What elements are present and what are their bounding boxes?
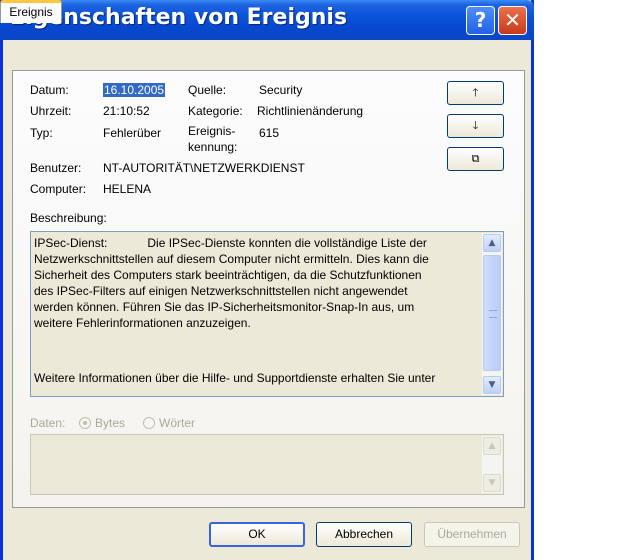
copy-icon: ⧉ xyxy=(471,152,480,165)
description-textbox[interactable]: IPSec-Dienst: Die IPSec-Dienste konnten … xyxy=(30,231,504,397)
close-button[interactable]: ✕ xyxy=(498,6,527,35)
description-label: Beschreibung: xyxy=(30,211,107,225)
chevron-down-icon: ▼ xyxy=(488,478,496,488)
data-label: Daten: xyxy=(30,416,66,430)
user-value[interactable]: NT-AUTORITÄT\NETZWERKDIENST xyxy=(103,161,305,175)
next-event-button[interactable]: 🡓 xyxy=(447,114,504,138)
type-value[interactable]: Fehlerüber xyxy=(103,126,161,140)
description-line: des IPSec-Filters auf einigen Netzwerksc… xyxy=(34,284,408,298)
category-value[interactable]: Richtlinienänderung xyxy=(257,104,363,118)
user-label: Benutzer: xyxy=(30,161,82,175)
tab-ereignis[interactable]: Ereignis xyxy=(0,0,62,23)
description-line: Sicherheit des Computers stark beeinträc… xyxy=(34,268,422,282)
title-bar[interactable]: Eigenschaften von Ereignis ? ✕ xyxy=(0,0,534,40)
scroll-thumb[interactable] xyxy=(483,255,501,371)
category-label: Kategorie: xyxy=(188,104,243,118)
time-label: Uhrzeit: xyxy=(30,104,72,118)
description-line: werden können. Führen Sie das IP-Sicherh… xyxy=(34,300,415,314)
time-value[interactable]: 21:10:52 xyxy=(103,104,150,118)
data-scroll-down-button[interactable]: ▼ xyxy=(483,474,501,492)
copy-button[interactable]: ⧉ xyxy=(447,147,504,171)
chevron-up-icon: ▲ xyxy=(488,238,496,248)
cancel-button[interactable]: Abbrechen xyxy=(316,522,412,547)
description-line: weitere Fehlerinformationen anzuzeigen. xyxy=(34,316,251,330)
description-footer-line: Weitere Informationen über die Hilfe- un… xyxy=(34,371,436,385)
event-id-label-line2: kennung: xyxy=(188,140,238,154)
close-icon: ✕ xyxy=(504,8,521,32)
data-textbox[interactable]: ▲ ▼ xyxy=(30,434,504,495)
radio-selected-dot xyxy=(83,421,87,425)
chevron-up-icon: ▲ xyxy=(488,441,496,451)
date-label: Datum: xyxy=(30,83,69,97)
help-button[interactable]: ? xyxy=(466,6,495,35)
event-id-label-line1: Ereignis- xyxy=(188,124,236,138)
chevron-down-icon: ▼ xyxy=(488,380,496,390)
computer-value[interactable]: HELENA xyxy=(103,182,151,196)
event-id-value[interactable]: 615 xyxy=(259,126,279,140)
data-scrollbar[interactable]: ▲ ▼ xyxy=(482,436,502,493)
data-scroll-up-button[interactable]: ▲ xyxy=(483,437,501,455)
description-scrollbar[interactable]: ▲ ▼ xyxy=(482,233,502,395)
radio-bytes[interactable] xyxy=(79,417,91,429)
radio-bytes-label[interactable]: Bytes xyxy=(95,416,125,430)
computer-label: Computer: xyxy=(30,182,87,196)
ok-button[interactable]: OK xyxy=(209,522,305,547)
description-line: IPSec-Dienst: Die IPSec-Dienste konnten … xyxy=(34,236,427,250)
scroll-down-button[interactable]: ▼ xyxy=(483,376,501,394)
type-label: Typ: xyxy=(30,126,53,140)
source-value[interactable]: Security xyxy=(259,83,302,97)
grip-icon xyxy=(489,310,497,318)
date-value[interactable]: 16.10.2005 xyxy=(103,83,166,97)
source-label: Quelle: xyxy=(188,83,227,97)
arrow-down-icon: 🡓 xyxy=(472,119,479,132)
apply-button[interactable]: Übernehmen xyxy=(424,522,520,547)
help-icon: ? xyxy=(474,8,487,32)
arrow-up-icon: 🡑 xyxy=(472,86,479,99)
radio-words[interactable] xyxy=(143,417,155,429)
description-line: Netzwerkschnittstellen auf diesem Comput… xyxy=(34,252,429,266)
previous-event-button[interactable]: 🡑 xyxy=(447,81,504,105)
scroll-up-button[interactable]: ▲ xyxy=(483,234,501,252)
description-text: IPSec-Dienst: Die IPSec-Dienste konnten … xyxy=(34,235,480,386)
radio-words-label[interactable]: Wörter xyxy=(159,416,195,430)
